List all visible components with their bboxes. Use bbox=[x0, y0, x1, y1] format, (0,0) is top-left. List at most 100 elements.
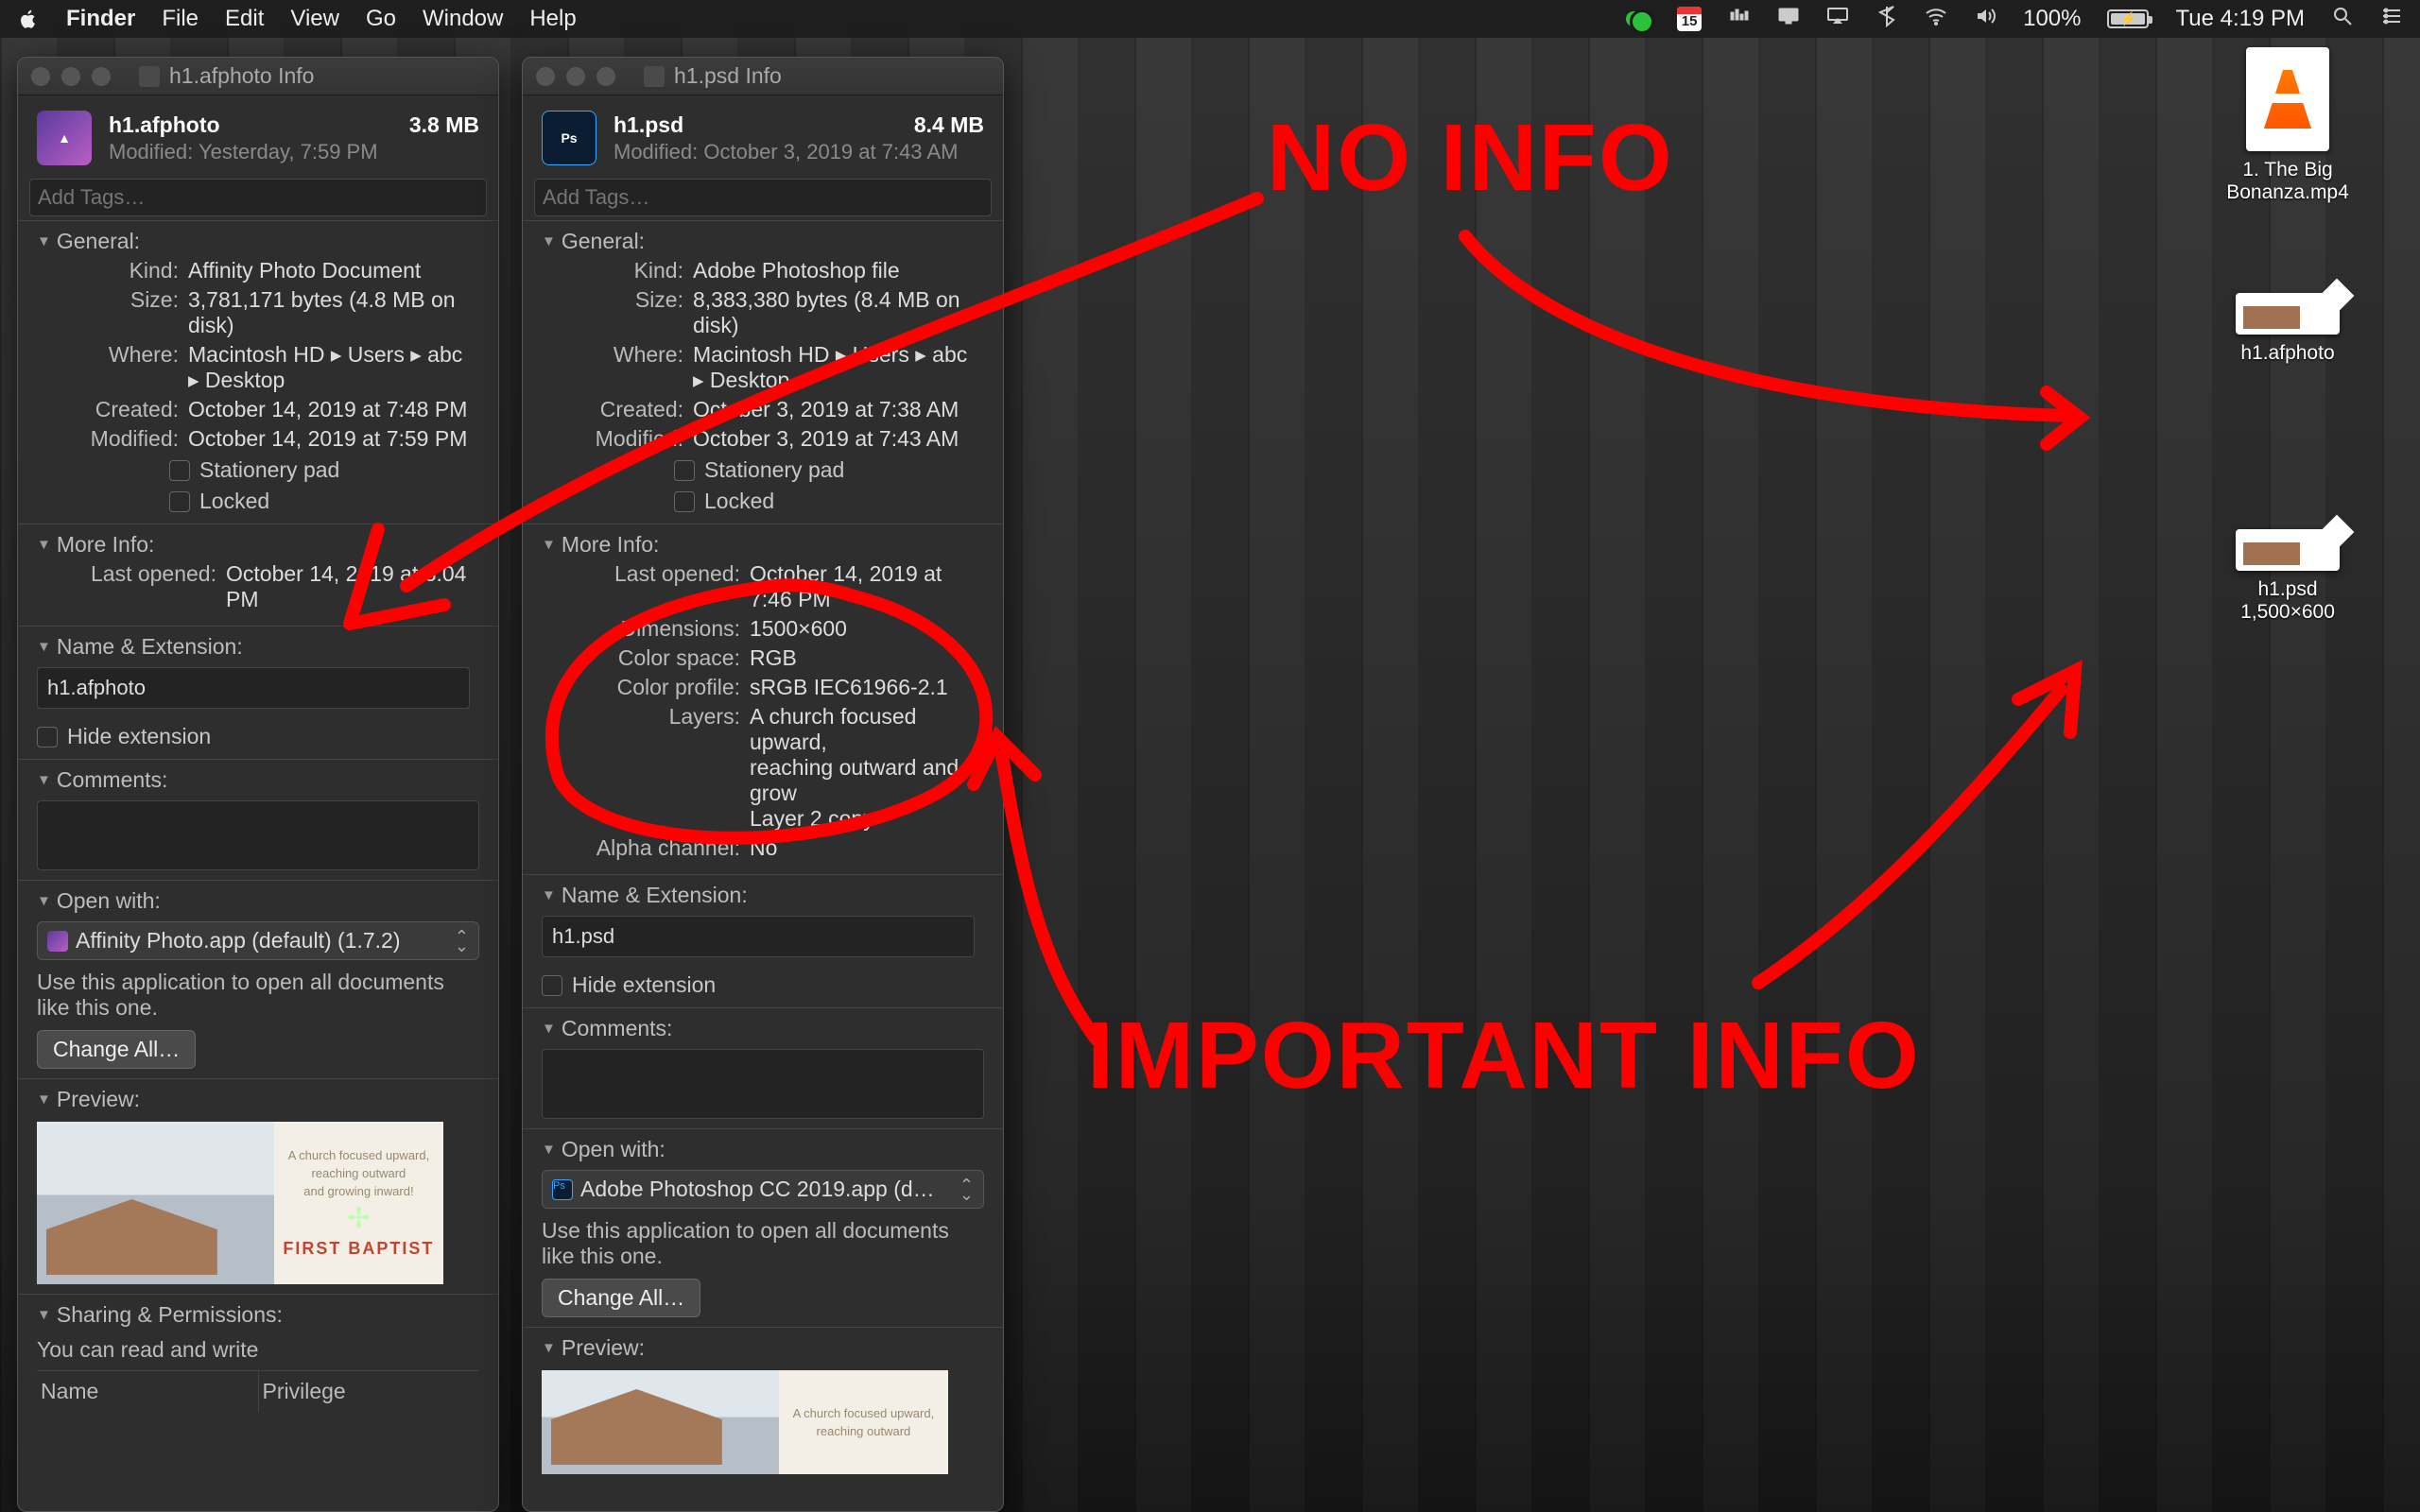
tags-input[interactable] bbox=[534, 179, 992, 216]
rw-text: You can read and write bbox=[37, 1337, 479, 1363]
section-preview[interactable]: Preview: bbox=[542, 1335, 984, 1361]
minimize-icon[interactable] bbox=[566, 67, 585, 86]
kind-value: Affinity Photo Document bbox=[188, 258, 479, 284]
stationery-checkbox[interactable]: Stationery pad bbox=[674, 457, 984, 483]
menubar: Finder File Edit View Go Window Help 15 … bbox=[0, 0, 2420, 38]
status-indicator-icon[interactable] bbox=[1626, 11, 1651, 26]
annotation-important: IMPORTANT INFO bbox=[1087, 1002, 1921, 1110]
alpha-value: No bbox=[750, 835, 984, 861]
permissions-header: Name Privilege bbox=[37, 1370, 479, 1412]
tags-input[interactable] bbox=[29, 179, 487, 216]
extension-input[interactable] bbox=[542, 916, 975, 957]
kind-value: Adobe Photoshop file bbox=[693, 258, 984, 284]
file-label: 1. The Big bbox=[2203, 159, 2373, 181]
menu-go[interactable]: Go bbox=[366, 6, 396, 32]
open-with-text: Use this application to open all documen… bbox=[37, 970, 479, 1021]
menu-help[interactable]: Help bbox=[529, 6, 576, 32]
file-name: h1.psd bbox=[614, 112, 683, 138]
last-opened-value: October 14, 2019 at 7:46 PM bbox=[750, 561, 984, 612]
menu-file[interactable]: File bbox=[162, 6, 199, 32]
locked-checkbox[interactable]: Locked bbox=[674, 489, 984, 514]
open-with-value: Affinity Photo.app (default) (1.7.2) bbox=[76, 928, 455, 954]
battery-percent: 100% bbox=[2023, 6, 2081, 32]
volume-icon[interactable] bbox=[1974, 5, 1996, 34]
section-name-ext[interactable]: Name & Extension: bbox=[542, 883, 984, 908]
info-window-psd: h1.psd Info Ps h1.psd8.4 MB Modified: Oc… bbox=[522, 57, 1004, 1512]
hide-extension-checkbox[interactable]: Hide extension bbox=[37, 724, 479, 749]
section-general[interactable]: General: bbox=[542, 229, 984, 254]
minimize-icon[interactable] bbox=[61, 67, 80, 86]
colorprofile-value: sRGB IEC61966-2.1 bbox=[750, 675, 984, 700]
section-preview[interactable]: Preview: bbox=[37, 1087, 479, 1112]
section-open-with[interactable]: Open with: bbox=[542, 1137, 984, 1162]
desktop-file-afphoto[interactable]: h1.afphoto bbox=[2203, 293, 2373, 365]
titlebar[interactable]: h1.afphoto Info bbox=[18, 58, 498, 95]
window-title: h1.afphoto Info bbox=[169, 63, 314, 89]
file-dims: 1,500×600 bbox=[2203, 601, 2373, 624]
section-more-info[interactable]: More Info: bbox=[37, 532, 479, 558]
section-general[interactable]: General: bbox=[37, 229, 479, 254]
traffic-lights[interactable] bbox=[536, 67, 615, 86]
file-name: h1.afphoto bbox=[109, 112, 220, 138]
section-name-ext[interactable]: Name & Extension: bbox=[37, 634, 479, 660]
stationery-checkbox[interactable]: Stationery pad bbox=[169, 457, 479, 483]
affinity-photo-icon bbox=[47, 931, 68, 952]
modified-short: Modified: October 3, 2019 at 7:43 AM bbox=[614, 140, 984, 164]
airplay-icon[interactable] bbox=[1826, 5, 1849, 34]
menu-window[interactable]: Window bbox=[423, 6, 503, 32]
image-thumbnail-icon bbox=[2236, 293, 2340, 335]
desktop-file-psd[interactable]: h1.psd 1,500×600 bbox=[2203, 529, 2373, 624]
clock[interactable]: Tue 4:19 PM bbox=[2175, 6, 2305, 32]
modified-short: Modified: Yesterday, 7:59 PM bbox=[109, 140, 479, 164]
menu-view[interactable]: View bbox=[290, 6, 339, 32]
close-icon[interactable] bbox=[31, 67, 50, 86]
change-all-button[interactable]: Change All… bbox=[542, 1279, 700, 1317]
wifi-icon[interactable] bbox=[1925, 5, 1947, 34]
where-value: Macintosh HD ▸ Users ▸ abc ▸ Desktop bbox=[188, 342, 479, 393]
info-window-afphoto: h1.afphoto Info ▲ h1.afphoto3.8 MB Modif… bbox=[17, 57, 499, 1512]
app-name[interactable]: Finder bbox=[66, 6, 135, 32]
control-center-icon[interactable] bbox=[2380, 5, 2403, 34]
desktop-file-video[interactable]: 1. The Big Bonanza.mp4 bbox=[2203, 47, 2373, 204]
photoshop-icon: Ps bbox=[542, 111, 596, 165]
open-with-value: Adobe Photoshop CC 2019.app (d… bbox=[580, 1177, 959, 1202]
extension-input[interactable] bbox=[37, 667, 470, 709]
file-size: 3.8 MB bbox=[409, 112, 479, 138]
hide-extension-checkbox[interactable]: Hide extension bbox=[542, 972, 984, 998]
apple-menu-icon[interactable] bbox=[17, 8, 40, 30]
photoshop-icon: Ps bbox=[552, 1179, 573, 1200]
menu-edit[interactable]: Edit bbox=[225, 6, 264, 32]
chevron-updown-icon: ⌃⌄ bbox=[959, 1180, 974, 1199]
display-icon[interactable] bbox=[1777, 5, 1800, 34]
file-label: Bonanza.mp4 bbox=[2203, 181, 2373, 204]
section-open-with[interactable]: Open with: bbox=[37, 888, 479, 914]
locked-checkbox[interactable]: Locked bbox=[169, 489, 479, 514]
calendar-icon[interactable]: 15 bbox=[1677, 7, 1702, 31]
file-label: h1.psd bbox=[2203, 578, 2373, 601]
size-value: 8,383,380 bytes (8.4 MB on disk) bbox=[693, 287, 984, 338]
change-all-button[interactable]: Change All… bbox=[37, 1030, 196, 1069]
zoom-icon[interactable] bbox=[92, 67, 111, 86]
section-comments[interactable]: Comments: bbox=[37, 767, 479, 793]
preview-image: A church focused upward, reaching outwar… bbox=[542, 1370, 948, 1474]
open-with-select[interactable]: Ps Adobe Photoshop CC 2019.app (d… ⌃⌄ bbox=[542, 1170, 984, 1209]
image-thumbnail-icon bbox=[2236, 529, 2340, 571]
file-label: h1.afphoto bbox=[2203, 342, 2373, 365]
spotlight-icon[interactable] bbox=[2331, 5, 2354, 34]
colorspace-value: RGB bbox=[750, 645, 984, 671]
file-icon bbox=[644, 66, 665, 87]
section-comments[interactable]: Comments: bbox=[542, 1016, 984, 1041]
titlebar[interactable]: h1.psd Info bbox=[523, 58, 1003, 95]
battery-icon[interactable]: ⚡ bbox=[2107, 9, 2149, 28]
traffic-lights[interactable] bbox=[31, 67, 111, 86]
section-sharing[interactable]: Sharing & Permissions: bbox=[37, 1302, 479, 1328]
battery-meter-icon[interactable] bbox=[1728, 5, 1751, 34]
section-more-info[interactable]: More Info: bbox=[542, 532, 984, 558]
dimensions-value: 1500×600 bbox=[750, 616, 984, 642]
bluetooth-icon[interactable] bbox=[1876, 5, 1898, 34]
close-icon[interactable] bbox=[536, 67, 555, 86]
zoom-icon[interactable] bbox=[596, 67, 615, 86]
open-with-select[interactable]: Affinity Photo.app (default) (1.7.2) ⌃⌄ bbox=[37, 921, 479, 960]
comments-input[interactable] bbox=[37, 800, 479, 870]
comments-input[interactable] bbox=[542, 1049, 984, 1119]
